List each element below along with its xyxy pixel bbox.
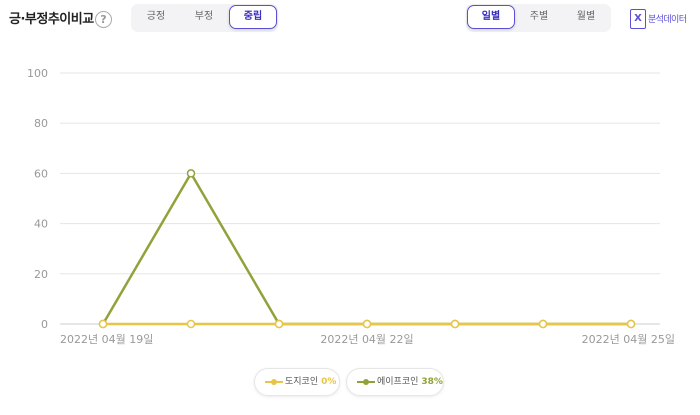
- y-tick-label: 40: [34, 218, 48, 231]
- data-point-dogecoin: [186, 319, 196, 329]
- series-line-apecoin: [101, 172, 631, 326]
- x-tick-label: 2022년 04월 19일: [60, 332, 153, 346]
- trend-line-chart: 0 20 40 60 80 100 2022년 04월 19일 2022년 04월 22일 20…: [27, 67, 675, 346]
- legend-pct-apecoin: 38%: [421, 377, 443, 387]
- legend-label-dogecoin: 도지코인: [285, 377, 319, 387]
- data-point-dogecoin: [538, 319, 548, 329]
- legend-pct-dogecoin: 0%: [321, 377, 337, 387]
- y-tick-label: 60: [34, 167, 48, 180]
- data-point-dogecoin: [274, 319, 284, 329]
- legend-label-apecoin: 에이프코인: [377, 377, 419, 387]
- data-point-dogecoin: [98, 319, 108, 329]
- y-tick-label: 100: [27, 67, 48, 80]
- x-tick-label: 2022년 04월 22일: [320, 332, 413, 346]
- legend-marker-apecoin: [357, 379, 375, 385]
- data-point-apecoin: [186, 169, 196, 178]
- legend-item-dogecoin[interactable]: 도지코인 0%: [254, 368, 340, 396]
- data-point-dogecoin: [626, 319, 636, 329]
- data-point-dogecoin: [362, 319, 372, 329]
- y-tick-label: 0: [41, 318, 48, 331]
- y-tick-label: 80: [34, 117, 48, 130]
- data-point-dogecoin: [450, 319, 460, 329]
- legend-item-apecoin[interactable]: 에이프코인 38%: [346, 368, 444, 396]
- y-tick-label: 20: [34, 268, 48, 281]
- x-tick-label: 2022년 04월 25일: [582, 332, 675, 346]
- legend-marker-dogecoin: [265, 379, 283, 385]
